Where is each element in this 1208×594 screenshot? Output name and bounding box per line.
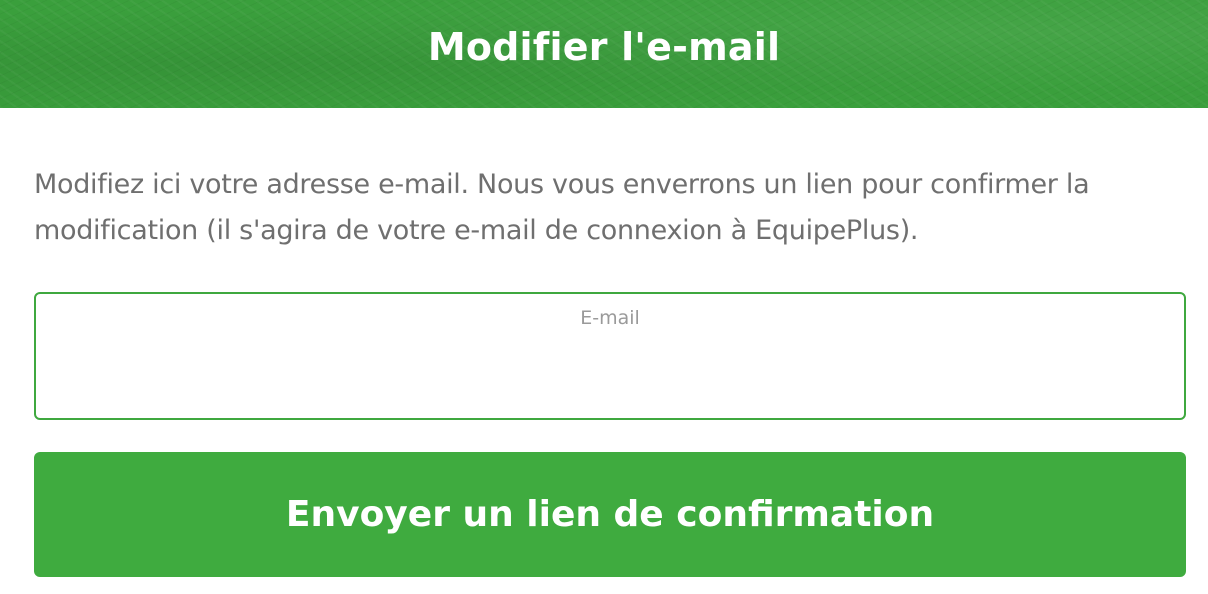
page-header: Modifier l'e-mail — [0, 0, 1208, 108]
send-confirmation-button[interactable]: Envoyer un lien de confirmation — [34, 452, 1186, 577]
email-input[interactable] — [50, 344, 1170, 400]
page-title: Modifier l'e-mail — [427, 25, 781, 69]
email-label: E-mail — [580, 307, 640, 329]
intro-text: Modifiez ici votre adresse e-mail. Nous … — [34, 169, 1090, 246]
email-field[interactable]: E-mail — [34, 292, 1186, 420]
